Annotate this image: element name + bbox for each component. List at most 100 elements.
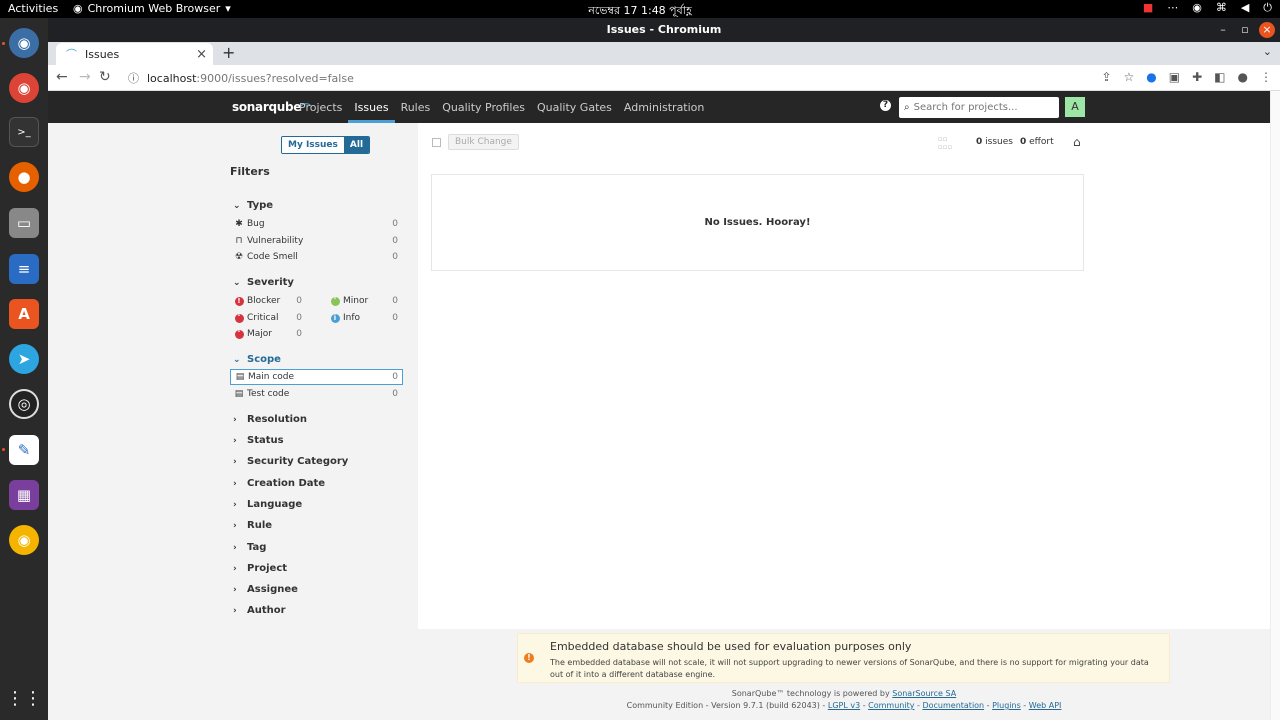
facet-item-vulnerability[interactable]: ⊓ Vulnerability 0 bbox=[234, 233, 402, 249]
sonarsource-link[interactable]: SonarSource SA bbox=[892, 689, 956, 698]
site-info-icon[interactable]: ⓘ bbox=[128, 70, 139, 86]
extension-blue-icon[interactable]: ● bbox=[1146, 70, 1156, 84]
extension-box-icon[interactable]: ▣ bbox=[1169, 70, 1180, 84]
facet-creation-date[interactable]: › Creation Date bbox=[233, 478, 325, 489]
facet-language[interactable]: › Language bbox=[233, 499, 302, 510]
my-issues-button[interactable]: My Issues bbox=[282, 137, 344, 153]
address-bar[interactable]: ⓘ localhost:9000/issues?resolved=false bbox=[122, 67, 1100, 89]
user-avatar[interactable]: A bbox=[1065, 97, 1085, 117]
facet-item-main-code[interactable]: ▤ Main code 0 bbox=[230, 369, 403, 385]
help-icon[interactable]: ? bbox=[880, 100, 891, 111]
facet-resolution[interactable]: › Resolution bbox=[233, 414, 307, 425]
camera-icon[interactable]: ■ bbox=[1143, 1, 1153, 15]
info-icon: i bbox=[330, 313, 340, 323]
facet-scope-header[interactable]: ⌄ Scope bbox=[233, 354, 281, 365]
nav-issues[interactable]: Issues bbox=[348, 91, 395, 123]
tab-search-icon[interactable]: ⌄ bbox=[1263, 45, 1272, 58]
nav-quality-profiles[interactable]: Quality Profiles bbox=[436, 91, 531, 123]
facet-item-major[interactable]: ˄ Major 0 bbox=[234, 326, 306, 342]
nav-quality-gates[interactable]: Quality Gates bbox=[531, 91, 618, 123]
chromium-dock-icon[interactable]: ◉ bbox=[9, 28, 39, 58]
community-link[interactable]: Community bbox=[868, 701, 914, 710]
facet-tag[interactable]: › Tag bbox=[233, 542, 266, 553]
all-issues-button[interactable]: All bbox=[343, 137, 370, 153]
home-icon[interactable]: ⌂ bbox=[1073, 135, 1081, 149]
firefox-dock-icon[interactable]: ● bbox=[9, 162, 39, 192]
facet-author[interactable]: › Author bbox=[233, 605, 286, 616]
volume-icon[interactable]: ◀ bbox=[1241, 1, 1249, 15]
filters-sidebar: My Issues All Filters ⌄ Type ✱ Bug 0 ⊓ V… bbox=[230, 123, 406, 720]
system-tray[interactable]: ■ ⋯ ◉ ⌘ ◀ ⏻ bbox=[1143, 1, 1272, 15]
facet-item-test-code[interactable]: ▤ Test code 0 bbox=[234, 386, 402, 402]
facet-rule[interactable]: › Rule bbox=[233, 520, 272, 531]
chrome-tray-icon[interactable]: ◉ bbox=[1192, 1, 1202, 15]
extensions-puzzle-icon[interactable]: ✚ bbox=[1192, 70, 1202, 84]
facet-project[interactable]: › Project bbox=[233, 563, 287, 574]
software-dock-icon[interactable]: A bbox=[9, 299, 39, 329]
facet-item-critical[interactable]: ˄ Critical 0 bbox=[234, 310, 306, 326]
facet-severity-label: Severity bbox=[247, 277, 294, 288]
share-icon[interactable]: ⇪ bbox=[1101, 70, 1111, 84]
obs-dock-icon[interactable]: ◎ bbox=[9, 389, 39, 419]
profile-icon[interactable]: ● bbox=[1238, 70, 1248, 84]
running-indicator bbox=[2, 42, 5, 45]
sonarqube-navbar: sonarqube⌒ Projects Issues Rules Quality… bbox=[48, 91, 1270, 123]
facet-item-blocker[interactable]: ! Blocker 0 bbox=[234, 293, 306, 309]
web-api-link[interactable]: Web API bbox=[1029, 701, 1062, 710]
power-icon[interactable]: ⏻ bbox=[1263, 1, 1272, 15]
blocker-icon: ! bbox=[234, 296, 244, 306]
documentation-link[interactable]: Documentation bbox=[922, 701, 984, 710]
text-editor-dock-icon[interactable]: ✎ bbox=[9, 435, 39, 465]
facet-label: Author bbox=[247, 605, 286, 616]
nav-administration[interactable]: Administration bbox=[618, 91, 711, 123]
nav-projects[interactable]: Projects bbox=[293, 91, 348, 123]
chevron-right-icon: › bbox=[233, 435, 237, 446]
facet-item-minor[interactable]: ˅ Minor 0 bbox=[330, 293, 402, 309]
facet-assignee[interactable]: › Assignee bbox=[233, 584, 298, 595]
telegram-dock-icon[interactable]: ➤ bbox=[9, 344, 39, 374]
side-panel-icon[interactable]: ◧ bbox=[1214, 70, 1225, 84]
page-scrollbar[interactable] bbox=[1270, 91, 1280, 720]
chrome-dock-icon[interactable]: ◉ bbox=[9, 73, 39, 103]
terminal-dock-icon[interactable]: >_ bbox=[9, 117, 39, 147]
facet-item-info[interactable]: i Info 0 bbox=[330, 310, 402, 326]
nav-rules[interactable]: Rules bbox=[395, 91, 437, 123]
browser-menu-icon[interactable]: ⋮ bbox=[1260, 70, 1272, 84]
main-menu: Projects Issues Rules Quality Profiles Q… bbox=[293, 91, 710, 123]
bulk-change-button[interactable]: Bulk Change bbox=[448, 134, 519, 150]
minimize-icon[interactable]: – bbox=[1215, 22, 1231, 38]
writer-dock-icon[interactable]: ≡ bbox=[9, 254, 39, 284]
maximize-icon[interactable]: ▫ bbox=[1237, 22, 1253, 38]
facet-security-category[interactable]: › Security Category bbox=[233, 456, 348, 467]
facet-item-label: Critical bbox=[247, 313, 279, 323]
facet-type-header[interactable]: ⌄ Type bbox=[233, 200, 273, 211]
facet-severity-header[interactable]: ⌄ Severity bbox=[233, 277, 294, 288]
lgpl-link[interactable]: LGPL v3 bbox=[828, 701, 860, 710]
video-dock-icon[interactable]: ▦ bbox=[9, 480, 39, 510]
facet-item-bug[interactable]: ✱ Bug 0 bbox=[234, 216, 402, 232]
project-search[interactable]: ⌕ bbox=[899, 97, 1059, 118]
facet-item-code-smell[interactable]: ☢ Code Smell 0 bbox=[234, 249, 402, 265]
plugins-link[interactable]: Plugins bbox=[992, 701, 1021, 710]
new-tab-icon[interactable]: + bbox=[222, 43, 235, 62]
bookmark-star-icon[interactable]: ☆ bbox=[1124, 70, 1135, 84]
facet-label: Security Category bbox=[247, 456, 349, 467]
chrome-canary-dock-icon[interactable]: ◉ bbox=[9, 525, 39, 555]
close-window-icon[interactable]: × bbox=[1259, 22, 1275, 38]
close-tab-icon[interactable]: × bbox=[196, 47, 207, 62]
facet-item-count: 0 bbox=[392, 372, 398, 382]
tab-issues[interactable]: ⌒ Issues × bbox=[56, 43, 213, 65]
activities-button[interactable]: Activities bbox=[8, 2, 58, 15]
network-icon[interactable]: ⌘ bbox=[1216, 1, 1227, 15]
forward-icon[interactable]: → bbox=[79, 69, 91, 85]
back-icon[interactable]: ← bbox=[56, 69, 68, 85]
select-all-checkbox[interactable] bbox=[432, 138, 441, 147]
facet-status[interactable]: › Status bbox=[233, 435, 284, 446]
apps-grid-icon[interactable]: ⋮⋮ bbox=[6, 683, 42, 713]
files-dock-icon[interactable]: ▭ bbox=[9, 208, 39, 238]
search-input[interactable] bbox=[913, 102, 1044, 113]
reload-icon[interactable]: ↻ bbox=[99, 69, 111, 85]
window-title: Issues - Chromium bbox=[606, 23, 722, 36]
more-icon[interactable]: ⋯ bbox=[1167, 1, 1178, 15]
app-menu[interactable]: ◉ Chromium Web Browser ▾ bbox=[73, 2, 231, 15]
